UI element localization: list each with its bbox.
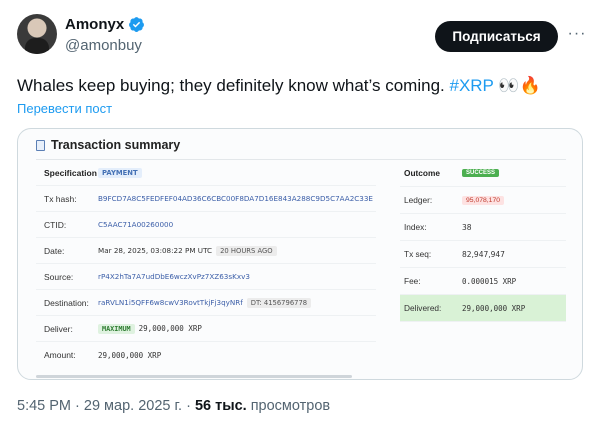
meta-separator-2: ·: [182, 398, 195, 414]
post-date[interactable]: 29 мар. 2025 г.: [84, 398, 182, 414]
horizontal-scrollbar[interactable]: [36, 375, 352, 378]
transaction-table: Specification PAYMENT Tx hash: B9FCD7A8C…: [36, 159, 566, 373]
views-label: просмотров: [246, 398, 331, 414]
amount-label: Amount:: [44, 350, 76, 360]
destination-label: Destination:: [44, 297, 89, 308]
spec-label: Specification: [44, 167, 97, 178]
txhash-value: B9FCD7A8C5FEDFEF04AD36C6CBC00F8DA7D16E84…: [98, 194, 373, 203]
date-value: Mar 28, 2025, 03:08:22 PM UTC: [98, 246, 213, 255]
deliver-value: 29,000,000 XRP: [138, 324, 202, 333]
source-value: rP4X2hTa7A7udDbE6wczXvPz7XZ63sKxv3: [98, 272, 250, 281]
row-index: Index: 38: [400, 214, 566, 241]
verified-badge-icon: [129, 17, 145, 32]
row-ctid: CTID: C5AAC71A00260000: [36, 212, 376, 238]
deliver-label: Deliver:: [44, 323, 73, 334]
index-label: Index:: [404, 222, 427, 232]
ctid-label: CTID:: [44, 219, 67, 230]
row-txhash: Tx hash: B9FCD7A8C5FEDFEF04AD36C6CBC00F8…: [36, 186, 376, 212]
outcome-panel: Outcome SUCCESS Ledger: 95,078,170 Index…: [400, 160, 566, 374]
outcome-label: Outcome: [404, 168, 440, 178]
row-destination: Destination: raRVLN1i5QFF6w8cwV3RovtTkjF…: [36, 290, 376, 316]
fee-value: 0.000015 XRP: [462, 276, 517, 286]
row-fee: Fee: 0.000015 XRP: [400, 268, 566, 295]
tweet-emojis: 👀🔥: [493, 76, 541, 95]
hashtag-link[interactable]: #XRP: [449, 76, 493, 95]
row-delivered: Delivered: 29,000,000 XRP: [400, 295, 566, 322]
fee-label: Fee:: [404, 276, 421, 286]
tweet-text: Whales keep buying; they definitely know…: [17, 75, 577, 97]
author-handle[interactable]: @amonbuy: [65, 37, 142, 54]
attached-image[interactable]: Transaction summary Specification PAYMEN…: [17, 128, 583, 380]
row-ledger: Ledger: 95,078,170: [400, 187, 566, 214]
card-title-text: Transaction summary: [51, 138, 181, 152]
post-time[interactable]: 5:45 PM: [17, 398, 71, 414]
card-title: Transaction summary: [36, 138, 180, 152]
txhash-label: Tx hash:: [44, 193, 77, 204]
row-date: Date: Mar 28, 2025, 03:08:22 PM UTC 20 H…: [36, 238, 376, 264]
translate-post-link[interactable]: Перевести пост: [17, 101, 112, 116]
destination-tag-chip: DT: 4156796778: [246, 297, 312, 308]
author-name[interactable]: Amonyx: [65, 16, 124, 33]
maximum-chip: MAXIMUM: [98, 323, 135, 334]
row-txseq: Tx seq: 82,947,947: [400, 241, 566, 268]
tweet-body: Whales keep buying; they definitely know…: [17, 76, 450, 95]
txseq-label: Tx seq:: [404, 249, 432, 259]
row-specification: Specification PAYMENT: [36, 160, 376, 186]
date-ago-chip: 20 HOURS AGO: [216, 245, 277, 256]
meta-separator: ·: [71, 398, 84, 414]
delivered-value: 29,000,000 XRP: [462, 303, 526, 313]
document-icon: [36, 139, 45, 151]
ledger-label: Ledger:: [404, 195, 433, 205]
index-value: 38: [462, 222, 472, 232]
views-count: 56 тыс.: [194, 398, 247, 414]
tweet-header: Amonyx @amonbuy Подписаться ···: [17, 14, 587, 62]
more-options-icon[interactable]: ···: [565, 22, 589, 46]
row-amount: Amount: 29,000,000 XRP: [36, 342, 376, 368]
avatar[interactable]: [17, 14, 57, 54]
date-label: Date:: [44, 245, 65, 256]
author-name-row: Amonyx: [65, 16, 145, 33]
destination-value: raRVLN1i5QFF6w8cwV3RovtTkjFj3qyNRf: [98, 298, 243, 307]
tweet-meta: 5:45 PM · 29 мар. 2025 г. · 56 тыс. прос…: [17, 398, 330, 414]
follow-button[interactable]: Подписаться: [435, 21, 558, 52]
success-chip: SUCCESS: [462, 169, 500, 177]
txseq-value: 82,947,947: [462, 249, 505, 259]
row-deliver: Deliver: MAXIMUM 29,000,000 XRP: [36, 316, 376, 342]
ledger-value: 95,078,170: [462, 195, 505, 205]
amount-value: 29,000,000 XRP: [98, 350, 162, 360]
row-source: Source: rP4X2hTa7A7udDbE6wczXvPz7XZ63sKx…: [36, 264, 376, 290]
delivered-label: Delivered:: [404, 303, 442, 313]
source-label: Source:: [44, 271, 74, 282]
payment-chip: PAYMENT: [98, 167, 142, 178]
ctid-value: C5AAC71A00260000: [98, 220, 174, 229]
row-outcome: Outcome SUCCESS: [400, 160, 566, 187]
